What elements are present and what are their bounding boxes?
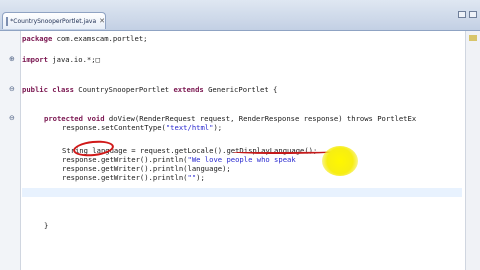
code-line-println-language: response.getWriter().println(language); <box>62 164 231 173</box>
fold-toggle-icon[interactable]: ⊕ <box>9 55 15 63</box>
file-icon <box>6 16 9 26</box>
code-line-class-declaration: public class CountrySnooperPortlet exten… <box>22 85 278 94</box>
minimize-icon[interactable] <box>458 11 466 18</box>
tab-country-snooper-portlet[interactable]: *CountrySnooperPortlet.java ✕ <box>2 12 106 29</box>
code-line-println-we-love: response.getWriter().println("We love pe… <box>62 155 296 164</box>
code-line-method-declaration: protected void doView(RenderRequest requ… <box>44 114 417 123</box>
line-ruler: ⊕ ⊖ ⊖ <box>0 31 21 270</box>
warning-marker[interactable] <box>469 35 477 41</box>
close-icon[interactable]: ✕ <box>99 17 105 25</box>
code-line-set-content-type: response.setContentType("text/html"); <box>62 123 223 132</box>
code-line-package: package com.examscam.portlet; <box>22 34 148 43</box>
eclipse-editor-window: *CountrySnooperPortlet.java ✕ ⊕ ⊖ ⊖ pack… <box>0 0 480 270</box>
fold-toggle-icon[interactable]: ⊖ <box>9 114 15 122</box>
code-line-import: import java.io.*;□ <box>22 55 100 64</box>
cursor-highlight-spot <box>322 146 358 176</box>
code-line-close-brace: } <box>44 221 49 230</box>
current-line-highlight <box>22 188 462 197</box>
code-line-println-empty: response.getWriter().println(""); <box>62 173 205 182</box>
tab-title: *CountrySnooperPortlet.java <box>10 17 97 25</box>
overview-ruler[interactable] <box>465 31 480 270</box>
fold-toggle-icon[interactable]: ⊖ <box>9 85 15 93</box>
maximize-icon[interactable] <box>469 11 477 18</box>
editor-tab-bar: *CountrySnooperPortlet.java ✕ <box>0 0 480 31</box>
